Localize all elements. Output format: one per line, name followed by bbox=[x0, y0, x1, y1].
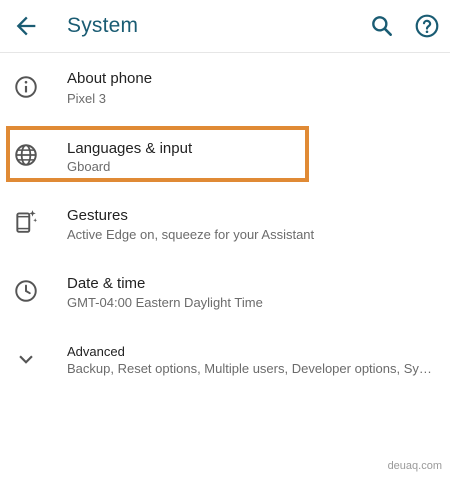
gesture-phone-icon bbox=[16, 210, 38, 233]
page-title: System bbox=[67, 14, 139, 37]
settings-item-advanced[interactable]: Advanced Backup, Reset options, Multiple… bbox=[0, 324, 450, 390]
settings-item-subtitle: Gboard bbox=[67, 159, 111, 174]
settings-item-subtitle: Active Edge on, squeeze for your Assista… bbox=[67, 227, 315, 242]
app-bar: System bbox=[0, 0, 450, 53]
search-icon[interactable] bbox=[369, 13, 395, 39]
clock-icon bbox=[15, 280, 37, 302]
globe-icon bbox=[15, 144, 37, 166]
settings-item-label: About phone bbox=[67, 70, 153, 87]
settings-item-label: Date & time bbox=[67, 275, 146, 292]
help-circle-icon[interactable] bbox=[414, 13, 440, 39]
settings-item-subtitle: Backup, Reset options, Multiple users, D… bbox=[67, 361, 435, 376]
settings-item-date-time[interactable]: Date & time GMT-04:00 Eastern Daylight T… bbox=[0, 256, 450, 324]
chevron-down-icon bbox=[19, 355, 33, 364]
settings-item-subtitle: Pixel 3 bbox=[67, 91, 107, 106]
settings-item-about-phone[interactable]: About phone Pixel 3 bbox=[0, 52, 450, 120]
settings-item-gestures[interactable]: Gestures Active Edge on, squeeze for you… bbox=[0, 188, 450, 256]
info-icon bbox=[15, 76, 37, 98]
watermark: deuaq.com bbox=[387, 460, 442, 472]
settings-item-label: Gestures bbox=[67, 207, 128, 224]
arrow-left-icon[interactable] bbox=[12, 12, 40, 40]
settings-item-label: Advanced bbox=[67, 344, 125, 359]
settings-item-label: Languages & input bbox=[67, 140, 193, 157]
settings-item-languages-input[interactable]: Languages & input Gboard bbox=[0, 120, 450, 188]
settings-item-subtitle: GMT-04:00 Eastern Daylight Time bbox=[67, 295, 263, 310]
